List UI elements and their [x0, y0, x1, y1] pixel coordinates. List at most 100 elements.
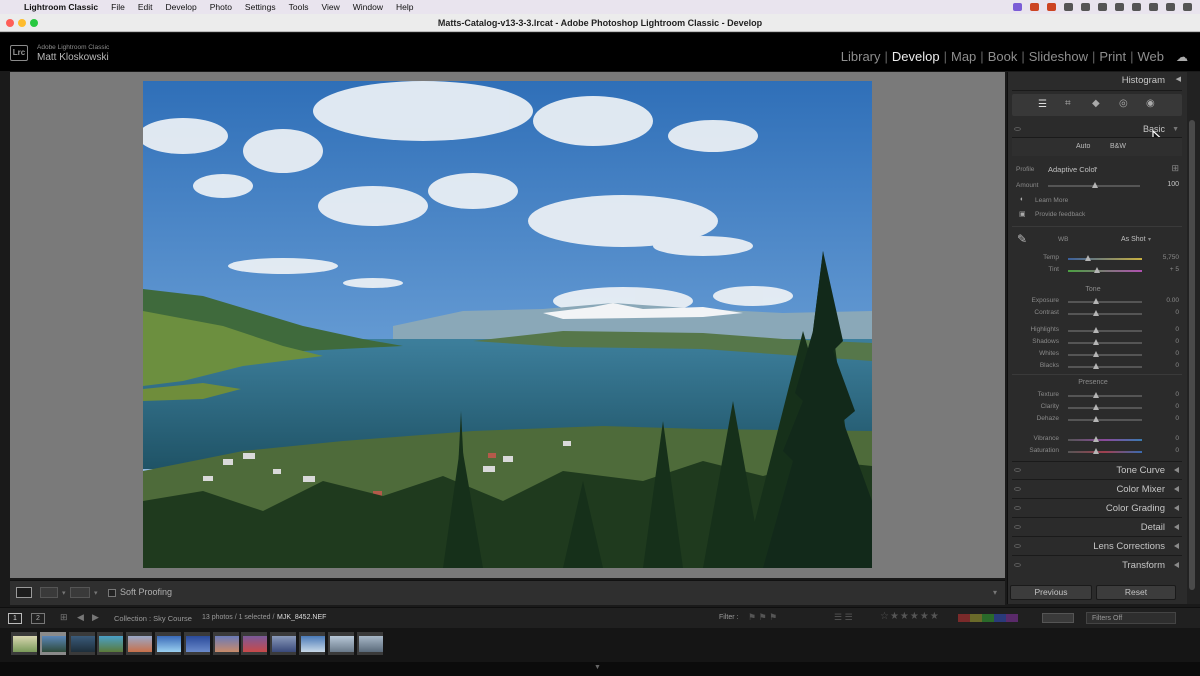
flag-filter-icon[interactable]: ⚑ ⚑ ⚑: [748, 612, 777, 623]
dehaze-slider-track[interactable]: [1068, 419, 1142, 421]
detail-visibility-icon[interactable]: [1014, 525, 1021, 529]
module-library[interactable]: Library: [837, 49, 885, 64]
filmstrip-thumbnail[interactable]: [326, 631, 355, 656]
module-develop[interactable]: Develop: [888, 49, 944, 64]
color-grading-expand-icon[interactable]: [1174, 505, 1179, 511]
texture-slider-track[interactable]: [1068, 395, 1142, 397]
amount-slider-thumb[interactable]: [1092, 182, 1098, 188]
edit-sliders-icon[interactable]: ☰: [1038, 99, 1047, 110]
auto-button[interactable]: Auto: [1076, 143, 1090, 150]
battery-icon[interactable]: [1098, 3, 1107, 11]
selected-filename[interactable]: MJK_8452.NEF: [277, 614, 326, 621]
whites-value[interactable]: 0: [1175, 350, 1179, 357]
saturation-value[interactable]: 0: [1175, 447, 1179, 454]
color-mixer-visibility-icon[interactable]: [1014, 487, 1021, 491]
filmstrip-thumbnail[interactable]: [240, 631, 269, 656]
menu-edit[interactable]: Edit: [138, 2, 153, 12]
filmstrip-thumbnail[interactable]: [38, 631, 67, 656]
bw-button[interactable]: B&W: [1110, 143, 1126, 150]
cloud-sync-icon[interactable]: ☁: [1176, 50, 1188, 64]
profile-dropdown[interactable]: Adaptive Color: [1048, 165, 1097, 174]
amount-value[interactable]: 100: [1167, 181, 1179, 188]
saturation-slider-track[interactable]: [1068, 451, 1142, 453]
redeye-icon[interactable]: ◎: [1119, 98, 1128, 109]
saturation-slider-thumb[interactable]: [1093, 448, 1099, 454]
before-after-button[interactable]: [40, 587, 58, 598]
whites-slider-thumb[interactable]: [1093, 351, 1099, 357]
module-map[interactable]: Map: [947, 49, 980, 64]
contrast-slider-track[interactable]: [1068, 313, 1142, 315]
extension-icon[interactable]: [1064, 3, 1073, 11]
wifi-icon[interactable]: [1115, 3, 1124, 11]
clarity-slider-track[interactable]: [1068, 407, 1142, 409]
histogram-header[interactable]: Histogram: [1122, 75, 1165, 86]
loupe-view-button[interactable]: [16, 587, 32, 598]
exposure-value[interactable]: 0.00: [1166, 297, 1179, 304]
collection-source[interactable]: Collection : Sky Course: [114, 614, 192, 623]
transform-visibility-icon[interactable]: [1014, 563, 1021, 567]
zoom-window-button[interactable]: [30, 19, 38, 27]
profile-dropdown-chevron-icon[interactable]: ▾: [1094, 165, 1097, 172]
panel-scrollbar-thumb[interactable]: [1189, 120, 1195, 590]
highlights-slider-thumb[interactable]: [1093, 327, 1099, 333]
user-icon[interactable]: [1183, 3, 1192, 11]
shadows-value[interactable]: 0: [1175, 338, 1179, 345]
secondary-window-button[interactable]: 2: [31, 613, 45, 624]
wb-dropdown[interactable]: As Shot: [1121, 236, 1146, 243]
clarity-slider-thumb[interactable]: [1093, 404, 1099, 410]
color-grading-visibility-icon[interactable]: [1014, 506, 1021, 510]
module-web[interactable]: Web: [1134, 49, 1169, 64]
color-label-filter[interactable]: [958, 614, 1018, 622]
masking-icon[interactable]: ◉: [1146, 98, 1155, 109]
lens-corrections-header[interactable]: Lens Corrections: [1093, 541, 1165, 552]
menu-help[interactable]: Help: [396, 2, 413, 12]
module-print[interactable]: Print: [1095, 49, 1130, 64]
menu-window[interactable]: Window: [353, 2, 383, 12]
transform-header[interactable]: Transform: [1122, 560, 1165, 571]
wb-eyedropper-icon[interactable]: ✎: [1017, 232, 1027, 246]
blacks-value[interactable]: 0: [1175, 362, 1179, 369]
back-arrow-icon[interactable]: ◀: [77, 612, 84, 623]
bottom-panel-toggle-icon[interactable]: ▼: [594, 664, 601, 671]
temp-slider-thumb[interactable]: [1085, 255, 1091, 261]
filmstrip-thumbnail[interactable]: [355, 631, 384, 656]
tint-value[interactable]: + 5: [1170, 266, 1179, 273]
reset-button[interactable]: Reset: [1096, 585, 1176, 600]
shadows-slider-track[interactable]: [1068, 342, 1142, 344]
lens-corrections-visibility-icon[interactable]: [1014, 544, 1021, 548]
yy-dropdown-icon[interactable]: ▾: [94, 589, 98, 597]
basic-collapse-icon[interactable]: ▼: [1172, 126, 1179, 133]
crop-icon[interactable]: ⌗: [1065, 98, 1071, 109]
primary-window-button[interactable]: 1: [8, 613, 22, 624]
contrast-value[interactable]: 0: [1175, 309, 1179, 316]
basic-visibility-icon[interactable]: [1014, 127, 1021, 131]
close-window-button[interactable]: [6, 19, 14, 27]
module-book[interactable]: Book: [984, 49, 1022, 64]
highlights-slider-track[interactable]: [1068, 330, 1142, 332]
screen-record-icon[interactable]: [1013, 3, 1022, 11]
menu-settings[interactable]: Settings: [245, 2, 276, 12]
transform-expand-icon[interactable]: [1174, 562, 1179, 568]
vibrance-value[interactable]: 0: [1175, 435, 1179, 442]
tone-curve-expand-icon[interactable]: [1174, 467, 1179, 473]
vibrance-slider-track[interactable]: [1068, 439, 1142, 441]
filmstrip-thumbnail[interactable]: [298, 631, 326, 656]
detail-expand-icon[interactable]: [1174, 524, 1179, 530]
menu-photo[interactable]: Photo: [210, 2, 232, 12]
play-icon[interactable]: [1081, 3, 1090, 11]
module-slideshow[interactable]: Slideshow: [1025, 49, 1092, 64]
filmstrip-thumbnail[interactable]: [211, 631, 240, 656]
wb-dropdown-chevron-icon[interactable]: ▾: [1148, 236, 1151, 243]
filmstrip-thumbnail[interactable]: [10, 631, 38, 656]
tint-slider-track[interactable]: [1068, 270, 1142, 272]
highlights-value[interactable]: 0: [1175, 326, 1179, 333]
star-rating-filter-icon[interactable]: ☆★★★★★: [880, 611, 940, 622]
toolbar-menu-icon[interactable]: ▾: [993, 588, 997, 597]
soft-proofing-checkbox[interactable]: [108, 589, 116, 597]
minimize-window-button[interactable]: [18, 19, 26, 27]
dehaze-slider-thumb[interactable]: [1093, 416, 1099, 422]
blacks-slider-thumb[interactable]: [1093, 363, 1099, 369]
main-photo[interactable]: [143, 81, 872, 568]
menu-develop[interactable]: Develop: [166, 2, 197, 12]
exposure-slider-thumb[interactable]: [1093, 298, 1099, 304]
